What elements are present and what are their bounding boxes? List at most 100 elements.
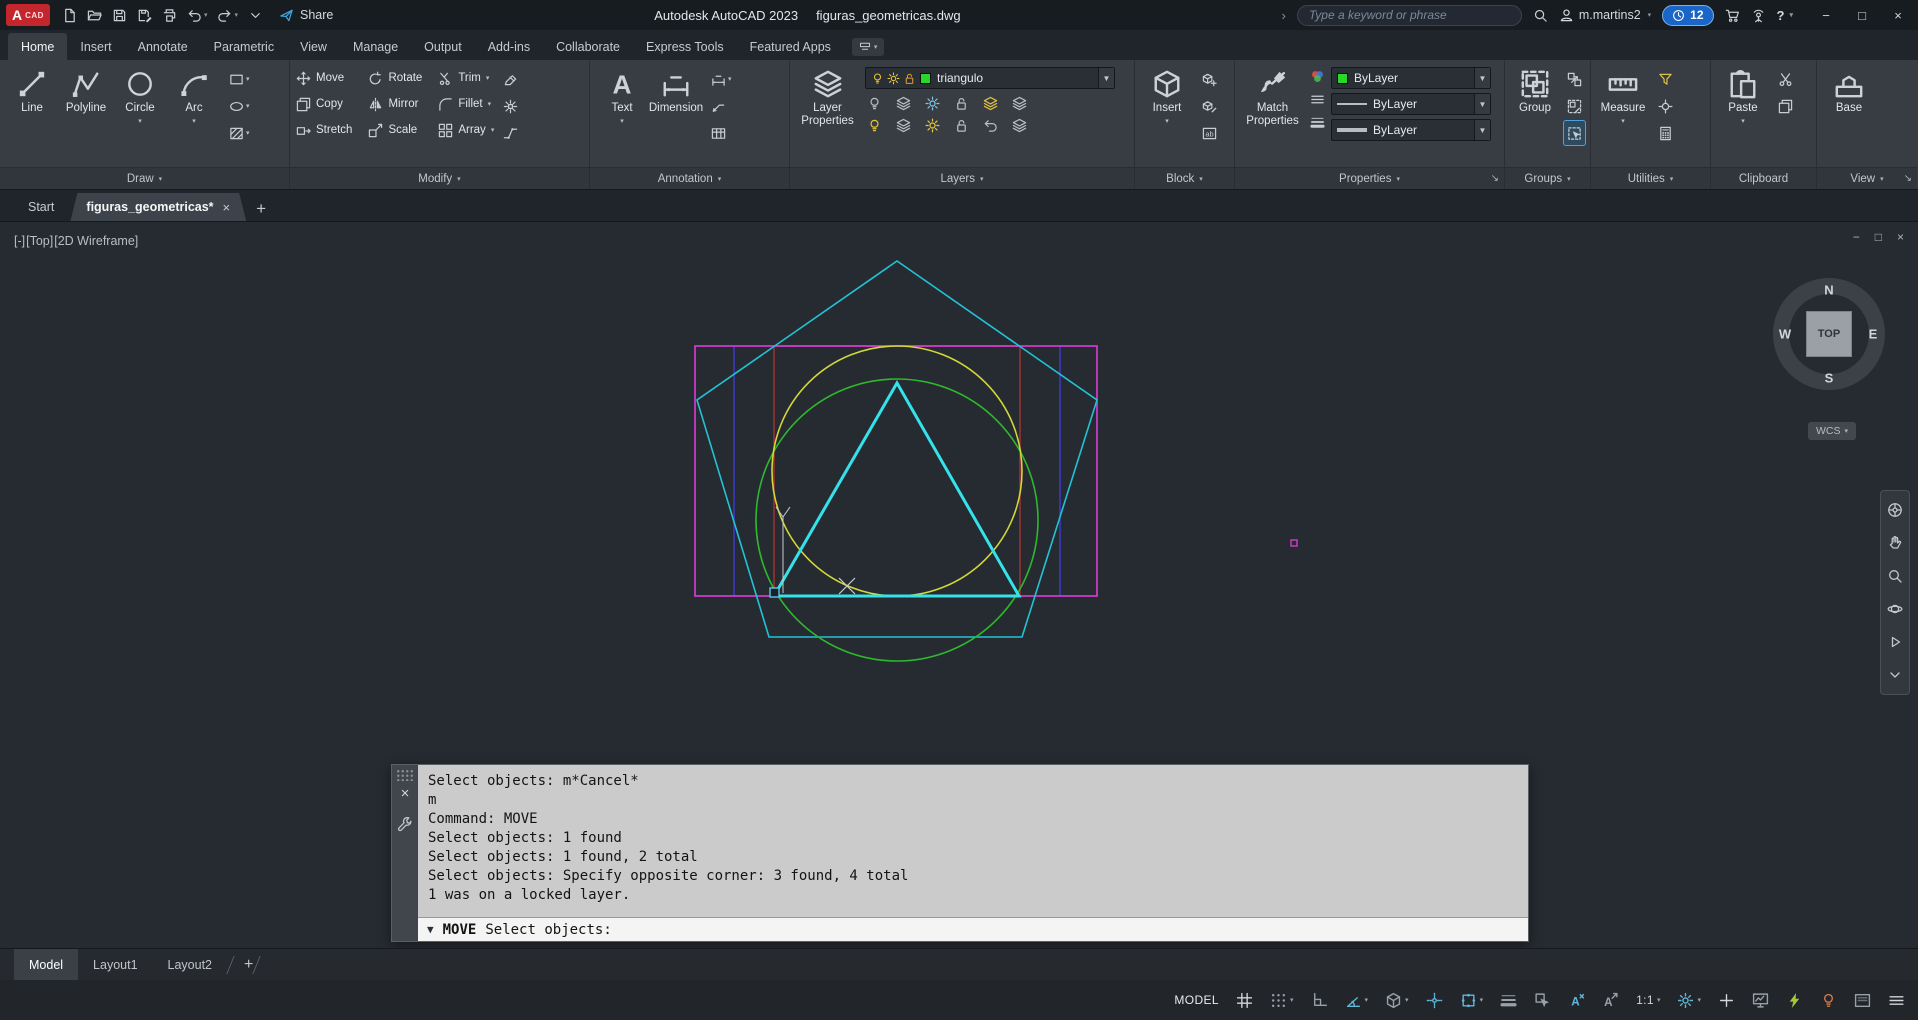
viewcube-east[interactable]: E (1869, 327, 1878, 342)
tab-manage[interactable]: Manage (340, 33, 411, 60)
trial-days-badge[interactable]: 12 (1662, 4, 1714, 26)
linetype-list-icon[interactable] (1310, 92, 1325, 107)
scale-button[interactable]: Scale (368, 123, 422, 138)
panel-footer-view[interactable]: View ▾ ↘ (1817, 167, 1917, 189)
viewcube-west[interactable]: W (1779, 327, 1791, 342)
id-point-button[interactable] (1655, 94, 1676, 118)
annotation-monitor-icon[interactable] (1713, 989, 1740, 1012)
group-selection-button[interactable] (1563, 120, 1586, 146)
model-space-toggle[interactable]: MODEL (1169, 990, 1224, 1010)
sysvar-monitor-icon[interactable] (1747, 989, 1774, 1012)
orbit-icon[interactable] (1887, 601, 1903, 617)
layer-previous-icon[interactable] (983, 118, 998, 133)
tab-home[interactable]: Home (8, 33, 68, 60)
full-navigation-wheel-icon[interactable] (1887, 502, 1903, 518)
close-tab-icon[interactable]: × (223, 200, 231, 215)
insert-button[interactable]: Insert ▾ (1141, 65, 1193, 165)
match-properties-button[interactable]: Match Properties (1241, 65, 1304, 165)
stretch-button[interactable]: Stretch (296, 123, 352, 138)
selection-cycling-icon[interactable] (1529, 989, 1556, 1012)
tab-parametric[interactable]: Parametric (201, 33, 287, 60)
autoscale-icon[interactable]: A (1597, 989, 1624, 1012)
tab-collaborate[interactable]: Collaborate (543, 33, 633, 60)
ribbon-display-toggle[interactable]: ▾ (851, 38, 885, 56)
entity-cyan-pentagon[interactable] (696, 260, 1098, 638)
tab-featured-apps[interactable]: Featured Apps (737, 33, 844, 60)
hatch-button[interactable]: ▾ (226, 121, 253, 145)
tab-annotate[interactable]: Annotate (125, 33, 201, 60)
snap-mode-icon[interactable]: ▾ (1265, 989, 1299, 1012)
layer-unlock-icon[interactable] (903, 72, 916, 85)
leader-button[interactable] (708, 94, 735, 118)
panel-launcher-icon[interactable]: ↘ (1904, 173, 1912, 184)
tab-addins[interactable]: Add-ins (475, 33, 543, 60)
layer-lock-icon[interactable] (954, 96, 969, 111)
mirror-button[interactable]: Mirror (368, 97, 422, 112)
showmotion-icon[interactable] (1887, 634, 1903, 650)
dimension-button[interactable]: Dimension (649, 65, 703, 165)
object-color-dropdown[interactable]: ByLayer ▼ (1331, 67, 1491, 89)
command-close-icon[interactable]: × (392, 785, 418, 802)
customization-icon[interactable] (1883, 989, 1910, 1012)
annotation-visibility-icon[interactable]: A (1563, 989, 1590, 1012)
model-tab[interactable]: Model (14, 949, 79, 980)
user-account-button[interactable]: m.martins2 ▾ (1559, 8, 1651, 23)
viewport-window-button[interactable]: □ (1875, 230, 1882, 244)
save-as-icon[interactable] (132, 0, 157, 30)
viewcube[interactable]: N S W E TOP (1773, 278, 1885, 390)
table-button[interactable] (708, 121, 735, 145)
close-button[interactable]: × (1880, 0, 1916, 30)
panel-footer-modify[interactable]: Modify ▾ (290, 167, 589, 189)
tab-express-tools[interactable]: Express Tools (633, 33, 737, 60)
color-wheel-icon[interactable] (1310, 69, 1325, 84)
file-tab-start[interactable]: Start (12, 193, 70, 221)
viewport-control-segment[interactable]: [-] (14, 234, 25, 248)
layer-on-icon[interactable] (871, 72, 884, 85)
polyline-button[interactable]: Polyline (60, 65, 112, 165)
viewcube-south[interactable]: S (1825, 371, 1834, 386)
share-button[interactable]: Share (279, 8, 333, 23)
osnap-tracking-icon[interactable] (1421, 989, 1448, 1012)
paste-button[interactable]: Paste ▾ (1717, 65, 1769, 165)
panel-footer-clipboard[interactable]: Clipboard (1711, 167, 1816, 189)
open-folder-icon[interactable] (82, 0, 107, 30)
connect-icon[interactable] (1751, 8, 1766, 23)
panel-footer-annotation[interactable]: Annotation ▾ (590, 167, 789, 189)
panel-footer-draw[interactable]: Draw ▾ (0, 167, 289, 189)
drawing-canvas[interactable]: [-] [Top] [2D Wireframe] − □ × N S W E TOP W… (0, 222, 1918, 948)
copy-clip-button[interactable] (1775, 94, 1796, 118)
line-button[interactable]: Line (6, 65, 58, 165)
panel-footer-groups[interactable]: Groups ▾ (1505, 167, 1590, 189)
ungroup-button[interactable] (1564, 67, 1585, 91)
lineweight-display-icon[interactable] (1495, 989, 1522, 1012)
create-block-button[interactable] (1199, 67, 1220, 91)
join-button[interactable] (500, 121, 521, 145)
grid-display-icon[interactable] (1231, 989, 1258, 1012)
panel-footer-utilities[interactable]: Utilities ▾ (1591, 167, 1710, 189)
clean-screen-icon[interactable] (1849, 989, 1876, 1012)
search-collapse-icon[interactable]: › (1281, 8, 1285, 23)
array-button[interactable]: Array ▾ (438, 123, 494, 138)
isometric-drafting-icon[interactable]: ▾ (1380, 989, 1414, 1012)
workspace-switching-icon[interactable]: ▾ (1672, 989, 1706, 1012)
tab-insert[interactable]: Insert (67, 33, 124, 60)
arc-button[interactable]: Arc ▾ (168, 65, 220, 165)
polar-tracking-icon[interactable]: ▾ (1340, 989, 1374, 1012)
maximize-button[interactable]: □ (1844, 0, 1880, 30)
file-tab-figuras-geometricas[interactable]: figuras_geometricas* × (70, 193, 246, 221)
zoom-icon[interactable] (1887, 568, 1903, 584)
copy-button[interactable]: Copy (296, 97, 352, 112)
minimize-button[interactable]: − (1808, 0, 1844, 30)
command-drag-handle[interactable] (396, 769, 414, 781)
new-layout-button[interactable]: + (244, 956, 253, 973)
panel-footer-layers[interactable]: Layers ▾ (790, 167, 1134, 189)
quick-calculator-button[interactable] (1655, 121, 1676, 145)
group-button[interactable]: Group (1509, 65, 1561, 165)
viewport-window-button[interactable]: × (1897, 230, 1904, 244)
linear-dimension-button[interactable]: ▾ (708, 67, 735, 91)
viewcube-top-face[interactable]: TOP (1806, 311, 1852, 357)
new-drawing-tab-button[interactable]: + (256, 200, 266, 217)
layer-walk-icon[interactable] (1012, 118, 1027, 133)
move-button[interactable]: Move (296, 71, 352, 86)
layer-on2-icon[interactable] (867, 118, 882, 133)
